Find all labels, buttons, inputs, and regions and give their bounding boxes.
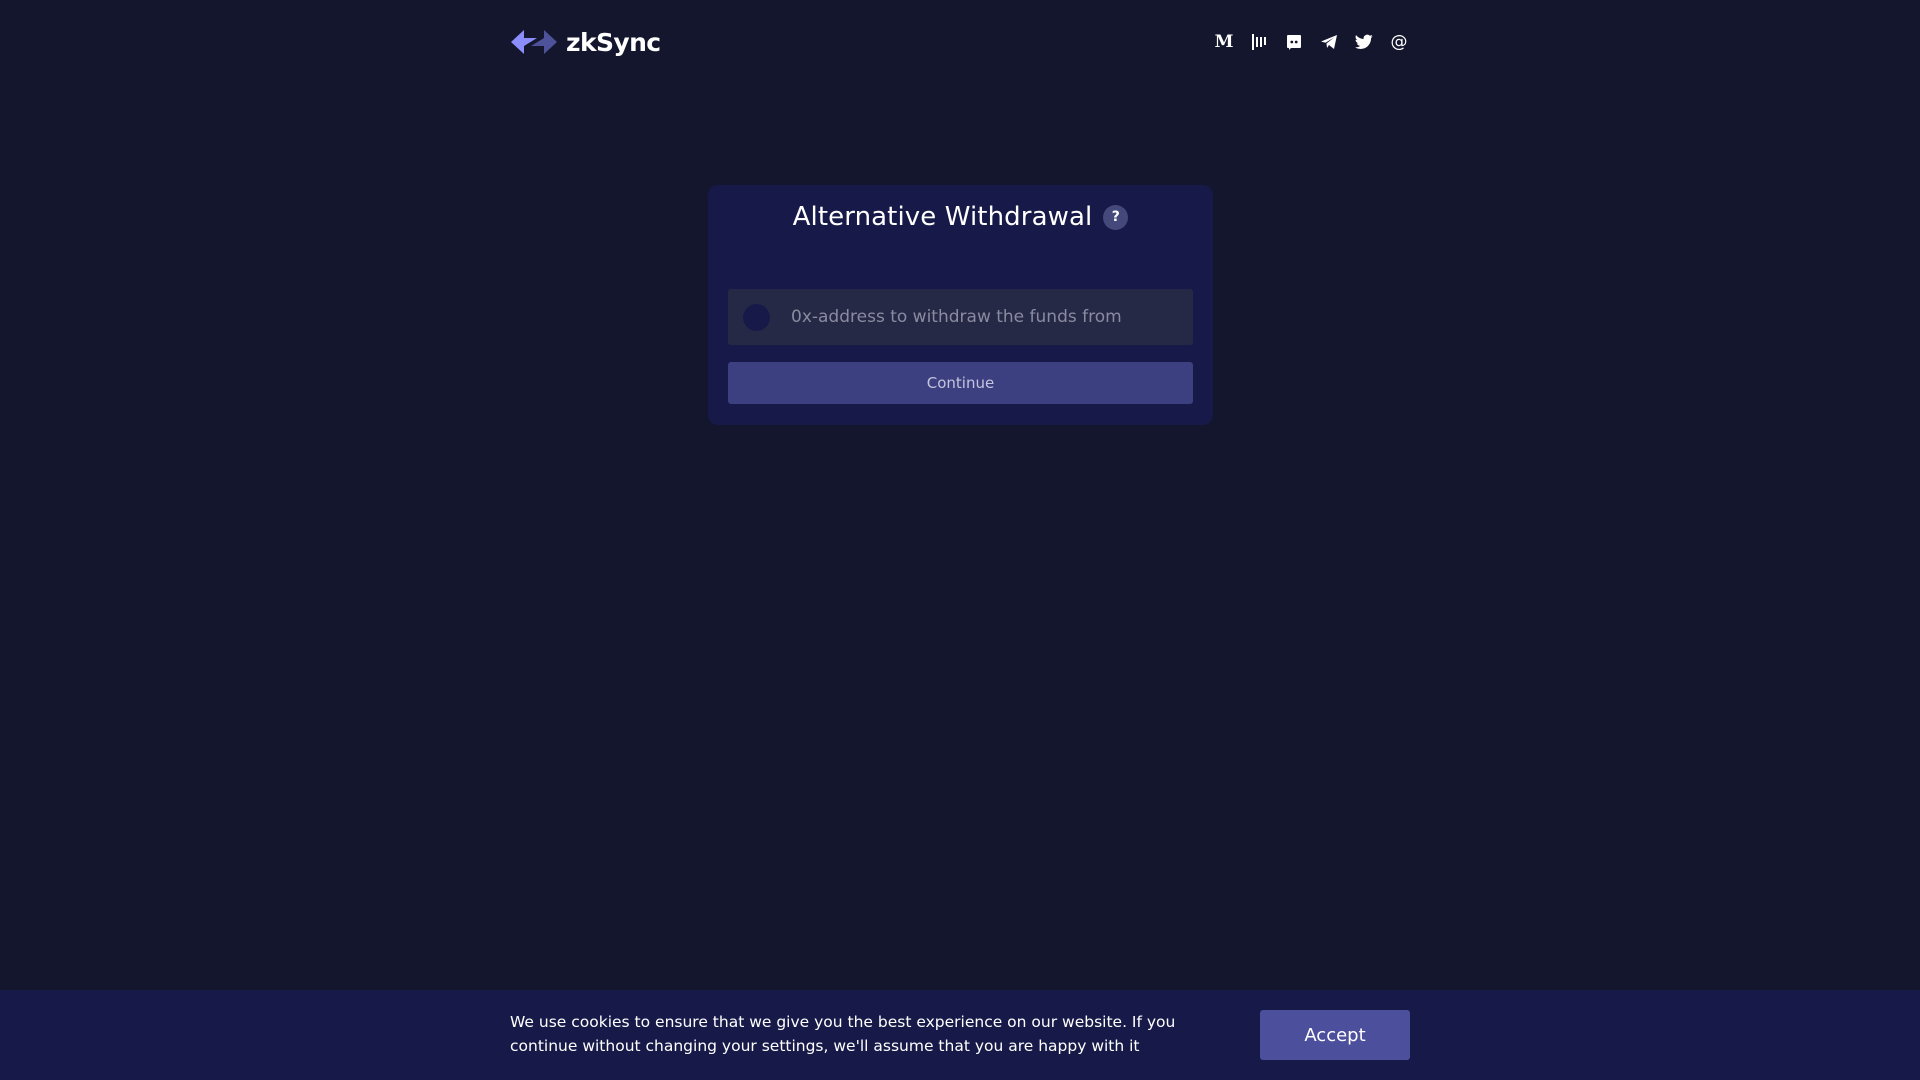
social-links: M @ <box>1215 33 1408 51</box>
address-input[interactable] <box>791 289 1193 345</box>
address-field[interactable] <box>728 289 1193 345</box>
at-glyph: @ <box>1390 32 1408 52</box>
discord-icon[interactable] <box>1285 33 1303 51</box>
continue-button[interactable]: Continue <box>728 362 1193 404</box>
discord-glyph <box>1287 35 1301 50</box>
gitcoin-icon[interactable] <box>1250 33 1268 51</box>
twitter-icon[interactable] <box>1355 33 1373 51</box>
logo-text: zkSync <box>566 27 661 57</box>
zksync-logo[interactable]: zkSync <box>510 27 661 57</box>
email-icon[interactable]: @ <box>1390 33 1408 51</box>
card-title-row: Alternative Withdrawal ? <box>708 202 1213 232</box>
cookie-text: We use cookies to ensure that we give yo… <box>510 1013 1176 1055</box>
help-icon[interactable]: ? <box>1103 204 1129 230</box>
gitcoin-glyph <box>1252 34 1266 50</box>
accept-button[interactable]: Accept <box>1260 1010 1410 1060</box>
medium-icon[interactable]: M <box>1214 32 1234 52</box>
cookie-banner: We use cookies to ensure that we give yo… <box>0 990 1920 1080</box>
page-title: Alternative Withdrawal <box>792 202 1093 232</box>
alternative-withdrawal-card: Alternative Withdrawal ? Continue <box>708 185 1213 425</box>
zksync-logo-icon <box>511 30 557 54</box>
telegram-icon[interactable] <box>1320 33 1338 51</box>
medium-glyph: M <box>1214 32 1234 52</box>
twitter-glyph <box>1355 34 1373 49</box>
address-avatar <box>743 303 770 331</box>
telegram-glyph <box>1321 35 1337 49</box>
header: zkSync M @ <box>510 22 1410 62</box>
page: zkSync M @ Alternative Withdrawal ? 0x-a… <box>0 0 1920 1080</box>
